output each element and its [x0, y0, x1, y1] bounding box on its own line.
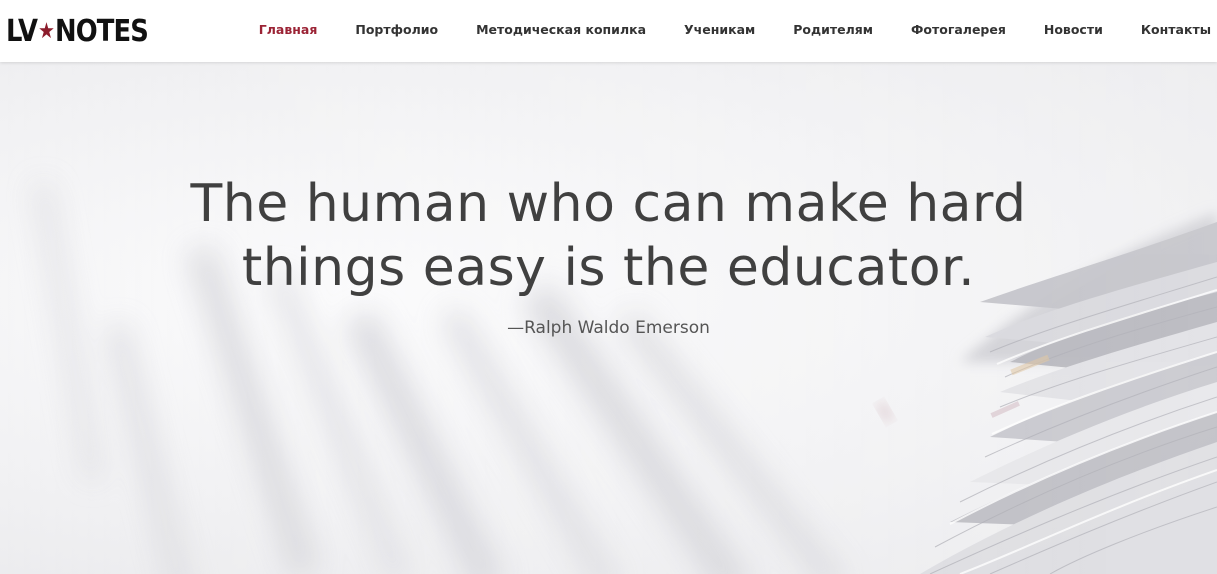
quote-line-2: things easy is the educator.	[241, 238, 976, 298]
nav-item-gallery[interactable]: Фотогалерея	[911, 22, 1006, 37]
nav-item-parents[interactable]: Родителям	[793, 22, 873, 37]
page: LV ★ NOTES Главная Портфолио Методическа…	[0, 0, 1217, 574]
hero-quote: The human who can make hard things easy …	[0, 172, 1217, 338]
nav-item-news[interactable]: Новости	[1044, 22, 1103, 37]
logo-text-left: LV	[6, 13, 38, 49]
site-logo[interactable]: LV ★ NOTES	[6, 12, 149, 50]
nav-item-contacts[interactable]: Контакты	[1141, 22, 1211, 37]
star-icon: ★	[37, 18, 55, 44]
main-nav: Главная Портфолио Методическая копилка У…	[259, 0, 1211, 58]
nav-item-portfolio[interactable]: Портфолио	[355, 22, 438, 37]
logo-text-right: NOTES	[54, 13, 149, 49]
nav-item-students[interactable]: Ученикам	[684, 22, 755, 37]
site-header: LV ★ NOTES Главная Портфолио Методическа…	[0, 0, 1217, 62]
hero-section: The human who can make hard things easy …	[0, 62, 1217, 574]
quote-author: —Ralph Waldo Emerson	[507, 318, 710, 338]
quote-line-1: The human who can make hard	[190, 174, 1027, 234]
nav-item-methodical[interactable]: Методическая копилка	[476, 22, 646, 37]
nav-item-home[interactable]: Главная	[259, 22, 318, 37]
